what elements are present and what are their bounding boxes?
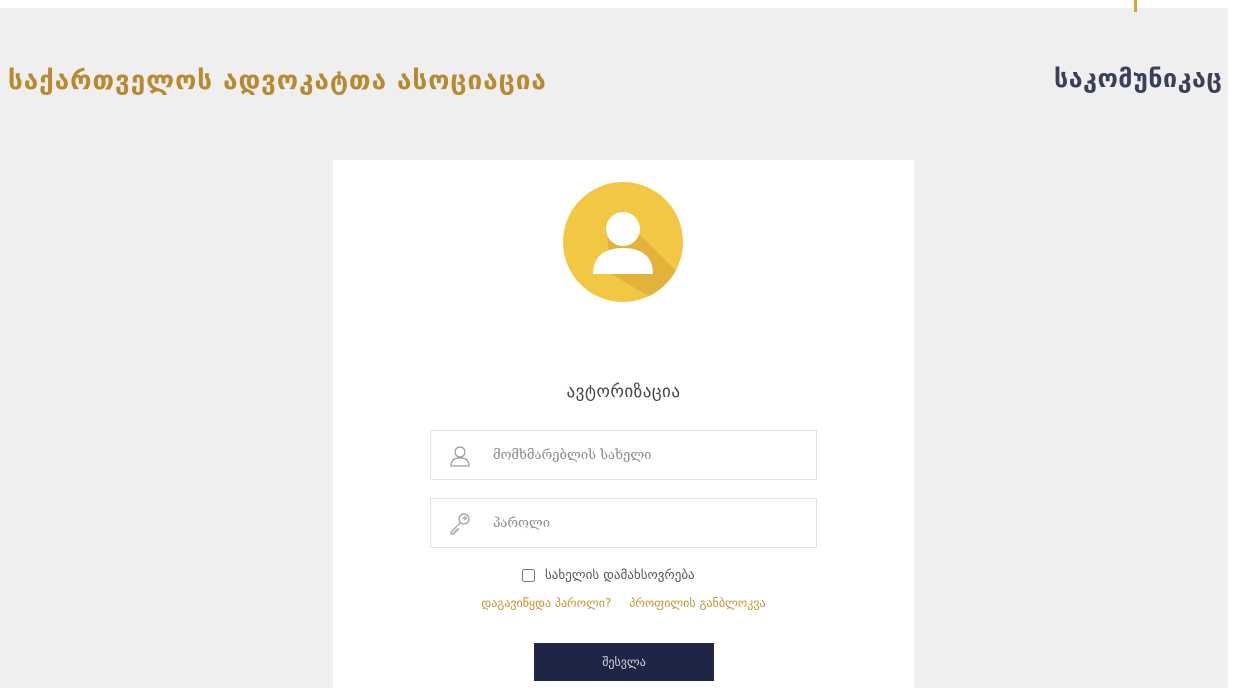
forgot-password-link[interactable]: დაგავიწყდა პაროლი? <box>481 596 611 610</box>
password-field[interactable] <box>430 498 817 548</box>
site-title: საქართველოს ადვოკატთა ასოციაცია <box>8 66 547 96</box>
remember-label[interactable]: სახელის დამახსოვრება <box>545 568 695 583</box>
user-avatar-icon <box>563 182 683 302</box>
user-icon <box>448 444 472 468</box>
remember-me: სახელის დამახსოვრება <box>522 566 695 584</box>
remember-checkbox[interactable] <box>522 568 535 582</box>
auth-links: დაგავიწყდა პაროლი? პროფილის განბლოკვა <box>333 596 914 610</box>
username-input[interactable] <box>493 431 803 479</box>
right-edge <box>1228 0 1234 688</box>
password-input[interactable] <box>493 499 803 547</box>
unlock-profile-link[interactable]: პროფილის განბლოკვა <box>629 596 765 610</box>
accent-mark <box>1134 0 1137 12</box>
username-field[interactable] <box>430 430 817 480</box>
top-band <box>0 0 1234 8</box>
login-card: ავტორიზაცია სახელის დამახსოვრება დაგავიწ… <box>333 160 914 688</box>
login-button[interactable]: შესვლა <box>534 643 714 681</box>
key-icon <box>448 512 472 536</box>
site-title-secondary: საკომუნიკაც <box>1054 64 1223 93</box>
login-title: ავტორიზაცია <box>566 382 681 402</box>
